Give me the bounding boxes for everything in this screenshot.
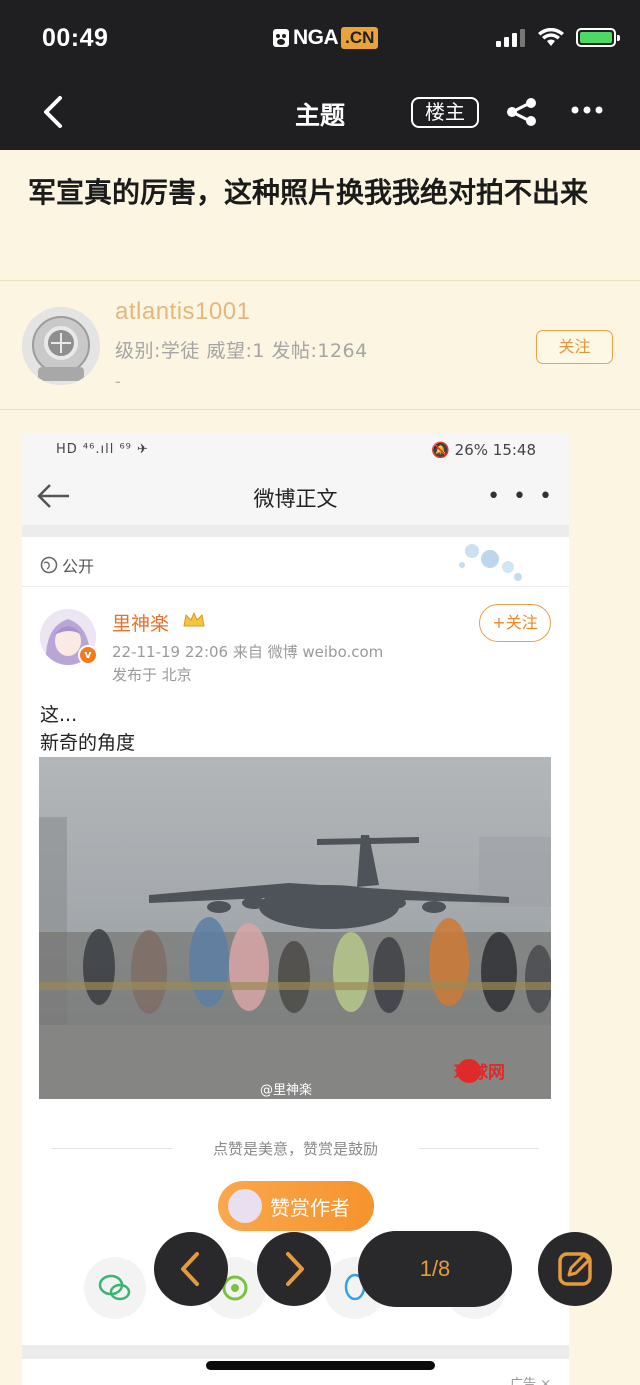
follow-button[interactable]: 关注 (536, 330, 613, 364)
screenshot-status-right: 🔕 26% 15:48 (431, 441, 536, 459)
paw-icon (273, 29, 289, 47)
aircraft-photo (39, 757, 551, 1099)
edit-icon (558, 1252, 592, 1286)
logo-text: NGA (293, 26, 339, 49)
weibo-text-line: 这... (40, 704, 78, 726)
weibo-meta: 22-11-19 22:06 来自 微博 weibo.com (112, 643, 384, 661)
wifi-icon (538, 28, 564, 46)
wechat-icon (84, 1257, 146, 1319)
gap (22, 525, 569, 537)
gap (22, 1345, 569, 1359)
divider (0, 280, 640, 281)
page-title: 主题 (294, 101, 345, 130)
weibo-watermark: @里神楽 (260, 1083, 313, 1098)
screenshot-status-bar: HD ⁴⁶.ıll ⁶⁹ ✈ 🔕 26% 15:48 (22, 433, 569, 469)
visibility-text: 公开 (62, 557, 95, 576)
status-time: 00:49 (42, 24, 109, 52)
weibo-follow-button: +关注 (479, 604, 551, 642)
chevron-left-icon (181, 1252, 199, 1286)
share-icon[interactable] (505, 97, 539, 127)
encourage-text: 点赞是美意，赞赏是鼓励 (212, 1140, 378, 1158)
author-signature: - (115, 372, 121, 391)
globe-icon (40, 556, 58, 574)
home-indicator (206, 1361, 435, 1370)
snowflake-decoration-icon (459, 544, 522, 581)
verified-badge-icon: v (78, 645, 98, 665)
huanqiu-watermark: 环球网 (454, 1063, 505, 1083)
page-indicator[interactable]: 1/8 (358, 1231, 512, 1307)
visibility-label: 公开 (40, 553, 94, 577)
divider (22, 586, 569, 587)
weibo-text-line: 新奇的角度 (40, 732, 136, 754)
reward-button: 赞赏作者 (218, 1181, 374, 1231)
reward-label: 赞赏作者 (270, 1195, 350, 1220)
signal-icon (496, 28, 525, 47)
reward-avatar-icon (228, 1189, 262, 1223)
chevron-right-icon (286, 1252, 304, 1286)
weibo-username: 里神楽 (112, 613, 170, 635)
divider (0, 409, 640, 410)
ellipsis-icon: • • • (487, 484, 555, 509)
compose-button[interactable] (538, 1232, 612, 1306)
avatar[interactable] (22, 307, 100, 385)
crown-icon (183, 611, 205, 627)
louzhu-button[interactable]: 楼主 (411, 97, 479, 128)
nga-logo: NGA .CN (272, 25, 379, 51)
top-bar: 00:49 NGA .CN 主题 楼主 (0, 0, 640, 150)
diving-helmet-icon (22, 307, 100, 385)
logo-cn: .CN (341, 27, 379, 49)
weibo-location: 发布于 北京 (112, 666, 192, 684)
weibo-text: 这... 新奇的角度 (40, 701, 135, 757)
status-icons (496, 28, 620, 47)
author-meta: 级别:学徒 威望:1 发帖:1264 (115, 340, 368, 362)
post-title: 军宣真的厉害，这种照片换我我绝对拍不出来 (28, 176, 589, 209)
next-page-button[interactable] (257, 1232, 331, 1306)
prev-page-button[interactable] (154, 1232, 228, 1306)
more-icon[interactable] (570, 105, 604, 115)
screenshot-nav: 微博正文 • • • (22, 469, 569, 525)
battery-icon (576, 28, 620, 47)
author-name[interactable]: atlantis1001 (115, 298, 250, 326)
screenshot-status-left: HD ⁴⁶.ıll ⁶⁹ ✈ (56, 442, 149, 457)
ad-label: 广告 × (509, 1377, 551, 1385)
